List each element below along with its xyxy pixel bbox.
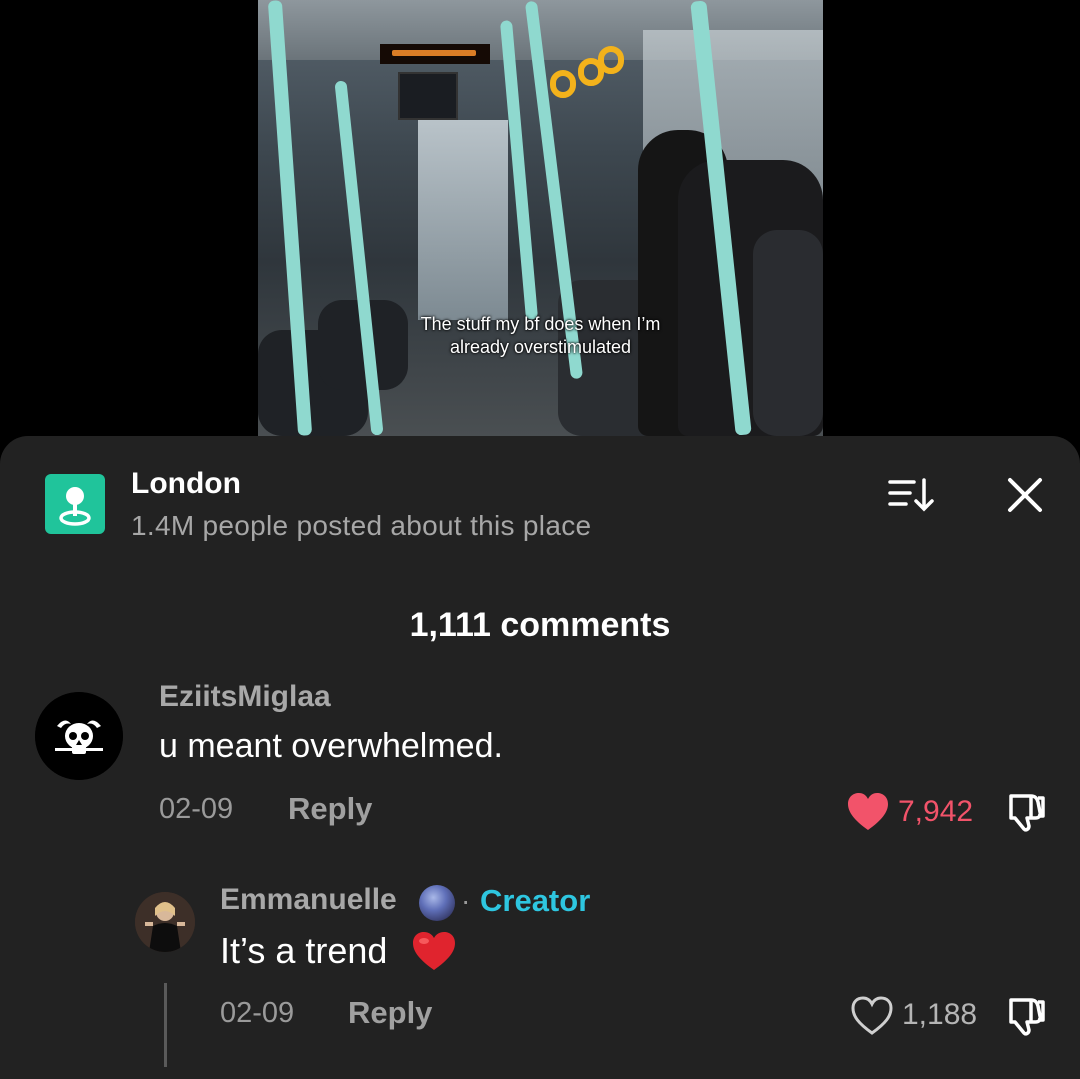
avatar[interactable] — [35, 692, 123, 780]
heart-filled-icon[interactable] — [846, 792, 890, 832]
reply-button[interactable]: Reply — [288, 791, 372, 827]
like-count: 1,188 — [902, 998, 978, 1031]
hand-strap — [598, 46, 624, 74]
bus-front-window — [418, 120, 508, 320]
sort-icon[interactable] — [886, 474, 936, 516]
red-heart-emoji-icon — [411, 930, 457, 972]
globe-emoji-icon — [419, 885, 455, 921]
dislike-icon[interactable] — [1001, 792, 1047, 832]
video-player[interactable]: The stuff my bf does when I’m already ov… — [258, 0, 823, 436]
separator-dot: · — [461, 885, 471, 916]
dislike-icon[interactable] — [1001, 996, 1047, 1036]
caption-line: already overstimulated — [449, 337, 632, 357]
comment-date: 02-09 — [159, 793, 234, 825]
heart-outline-icon[interactable] — [850, 996, 894, 1036]
close-icon[interactable] — [1004, 474, 1046, 516]
reply-text: It’s a trend — [220, 930, 388, 971]
thread-line — [164, 983, 167, 1067]
bus-info-screen — [398, 72, 458, 120]
caption-line: The stuff my bf does when I’m — [420, 314, 661, 334]
location-title[interactable]: London — [131, 467, 241, 501]
reply-username[interactable]: Emmanuelle — [220, 883, 397, 917]
reply-date: 02-09 — [220, 997, 295, 1029]
location-pin-icon[interactable] — [45, 474, 105, 534]
location-subtitle: 1.4M people posted about this place — [131, 510, 592, 541]
creator-badge: Creator — [480, 883, 591, 918]
comments-count: 1,111 comments — [409, 606, 671, 644]
comment-username[interactable]: EziitsMiglaa — [159, 680, 331, 714]
like-count: 7,942 — [898, 795, 974, 828]
hand-strap — [550, 70, 576, 98]
reply-button[interactable]: Reply — [348, 995, 432, 1031]
comment-text: u meant overwhelmed. — [159, 727, 503, 765]
avatar[interactable] — [135, 892, 195, 952]
video-caption: The stuff my bf does when I’m already ov… — [258, 313, 823, 359]
led-destination-sign — [380, 44, 490, 64]
